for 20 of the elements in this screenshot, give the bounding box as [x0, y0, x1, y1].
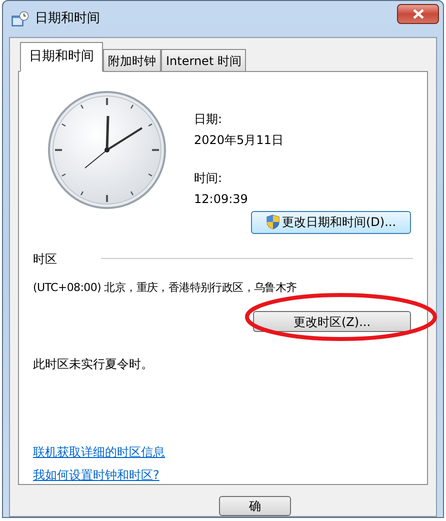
- change-time-zone-button[interactable]: 更改时区(Z)...: [253, 311, 411, 332]
- window-title: 日期和时间: [35, 10, 100, 28]
- time-label: 时间:: [194, 170, 224, 186]
- ok-button[interactable]: 确: [219, 496, 291, 516]
- time-zone-text: (UTC+08:00) 北京，重庆，香港特别行政区，乌鲁木齐: [33, 280, 298, 296]
- tab[interactable]: 日期和时间: [20, 42, 103, 72]
- shield-icon: [266, 214, 280, 230]
- time-value: 12:09:39: [194, 190, 249, 208]
- dst-note: 此时区未实行夏令时。: [33, 356, 154, 373]
- change-date-time-button[interactable]: 更改日期和时间(D)...: [251, 210, 411, 234]
- date-label: 日期:: [194, 110, 224, 128]
- tab[interactable]: 附加时钟: [103, 48, 161, 70]
- close-icon: [412, 9, 424, 19]
- help-link[interactable]: 联机获取详细的时区信息: [33, 443, 165, 461]
- section-heading: 时区: [33, 250, 57, 268]
- date-value: 2020年5月11日: [194, 132, 284, 148]
- help-link[interactable]: 我如何设置时钟和时区?: [33, 466, 160, 484]
- clock-calendar-icon: [11, 11, 29, 27]
- tab[interactable]: Internet 时间: [161, 48, 246, 70]
- close-button[interactable]: [397, 4, 439, 24]
